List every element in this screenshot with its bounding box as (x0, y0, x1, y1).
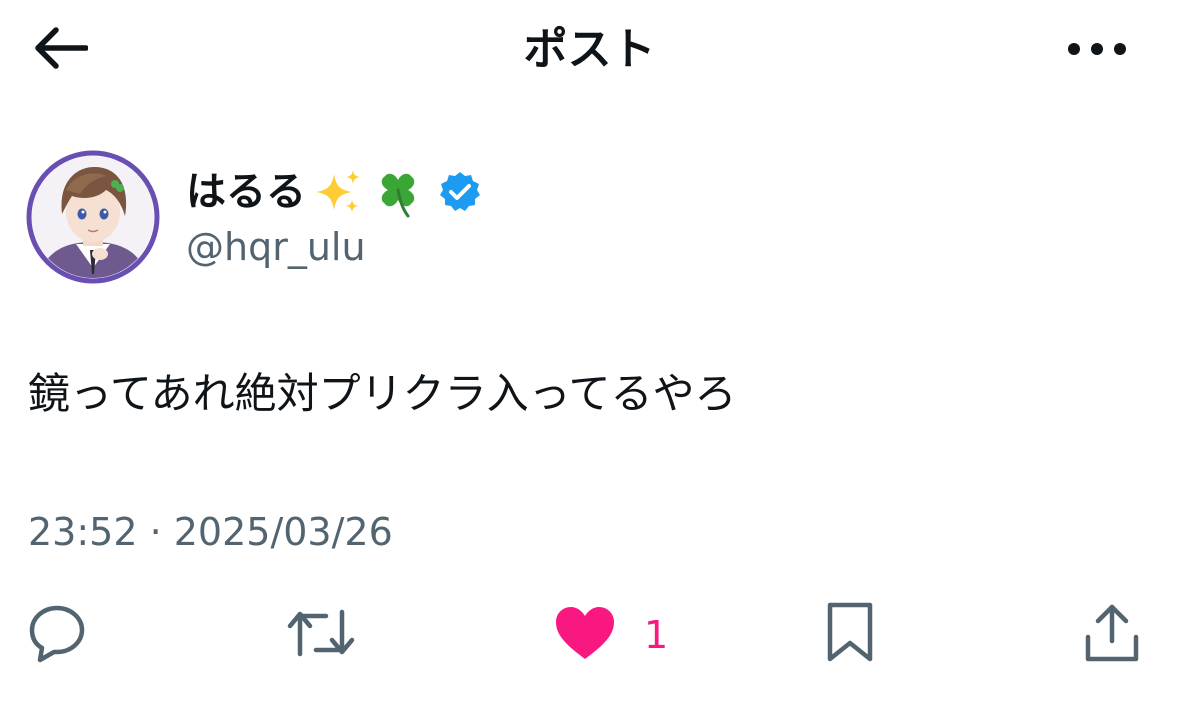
sparkles-icon (312, 166, 364, 218)
verified-badge-icon[interactable] (438, 170, 482, 214)
avatar[interactable] (26, 150, 160, 284)
reply-icon (26, 602, 88, 668)
arrow-left-icon (32, 26, 89, 74)
more-button[interactable] (1052, 20, 1142, 80)
reply-button[interactable] (26, 590, 88, 680)
repost-icon (286, 602, 356, 668)
display-name-row: はるる (186, 164, 482, 220)
display-name[interactable]: はるる (186, 164, 306, 220)
bookmark-button[interactable] (822, 590, 878, 680)
bookmark-icon (822, 601, 878, 669)
post-author: はるる @hqr_ulu (26, 150, 926, 290)
post-text: 鏡ってあれ絶対プリクラ入ってるやろ (28, 369, 737, 418)
user-handle[interactable]: @hqr_ulu (186, 222, 366, 272)
page-title: ポスト (523, 24, 656, 75)
like-count: 1 (644, 613, 669, 657)
four-leaf-clover-icon (370, 164, 426, 220)
like-button[interactable]: 1 (554, 590, 668, 680)
post-timestamp[interactable]: 23:52 · 2025/03/26 (28, 506, 393, 558)
heart-filled-icon (554, 605, 616, 665)
share-button[interactable] (1082, 590, 1142, 680)
back-button[interactable] (24, 20, 96, 80)
top-bar: ポスト (0, 0, 1179, 100)
more-horizontal-icon (1067, 41, 1127, 60)
repost-button[interactable] (286, 590, 356, 680)
share-icon (1082, 601, 1142, 669)
action-bar: 1 (0, 590, 1179, 680)
